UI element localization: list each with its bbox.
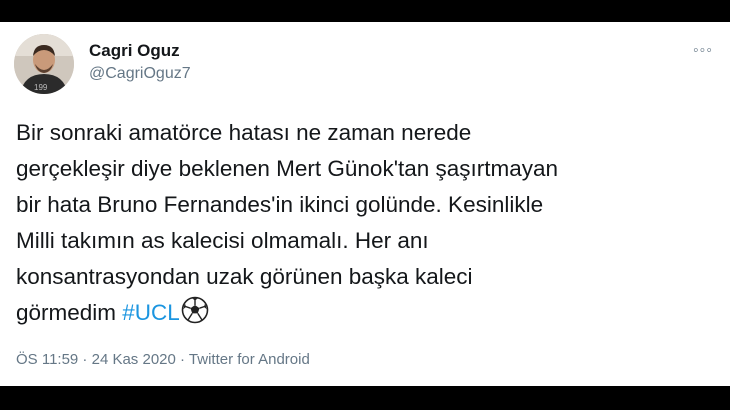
avatar-photo: 199 [14, 34, 74, 94]
meta-separator: · [175, 351, 189, 368]
tweet-card: 199 Cagri Oguz @CagriOguz7 ◦◦◦ Bir sonra… [0, 22, 730, 386]
tweet-date[interactable]: 24 Kas 2020 [92, 351, 176, 368]
tweet-source[interactable]: Twitter for Android [189, 351, 310, 368]
user-handle[interactable]: @CagriOguz7 [89, 65, 191, 83]
tweet-metadata: ÖS 11:59 · 24 Kas 2020 · Twitter for And… [16, 351, 310, 368]
tweet-text: Bir sonraki amatörce hatası ne zaman ner… [16, 115, 716, 331]
meta-separator: · [78, 351, 92, 368]
user-name[interactable]: Cagri Oguz [89, 41, 180, 61]
hashtag-link[interactable]: #UCL [122, 300, 180, 325]
svg-text:199: 199 [34, 83, 48, 92]
soccer-ball-icon [181, 296, 209, 324]
tweet-body: Bir sonraki amatörce hatası ne zaman ner… [16, 120, 559, 325]
more-options-icon[interactable]: ◦◦◦ [693, 42, 713, 60]
avatar[interactable]: 199 [14, 34, 74, 94]
tweet-time[interactable]: ÖS 11:59 [16, 351, 78, 368]
